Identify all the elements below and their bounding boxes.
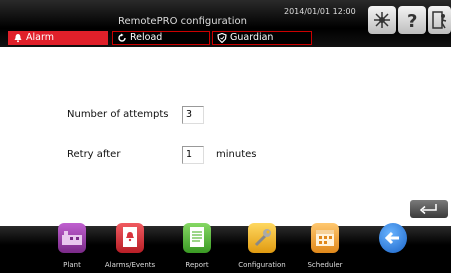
tab-guardian[interactable]: Guardian — [212, 31, 312, 45]
retry-label: Retry after — [67, 149, 121, 160]
plant-icon — [58, 223, 86, 253]
attempts-input[interactable]: 3 — [182, 106, 204, 124]
shield-icon — [217, 33, 227, 43]
back-arrow-icon — [379, 223, 407, 253]
wrench-icon — [248, 223, 276, 253]
calendar-icon — [311, 223, 339, 253]
tab-alarm-label: Alarm — [26, 32, 54, 43]
help-icon[interactable]: ? — [398, 6, 426, 34]
tab-reload[interactable]: Reload — [112, 31, 210, 45]
nav-scheduler[interactable]: Scheduler — [297, 223, 353, 273]
tab-guardian-label: Guardian — [230, 32, 274, 43]
datetime: 2014/01/01 12:00 — [284, 7, 356, 16]
retry-unit: minutes — [216, 149, 257, 160]
top-bar: RemotePRO configuration 2014/01/01 12:00… — [0, 0, 451, 47]
nav-back[interactable] — [365, 223, 421, 273]
enter-icon — [418, 200, 440, 219]
nav-alarms-events-label: Alarms/Events — [104, 261, 156, 269]
settings-panel: Number of attempts 3 Retry after 1 minut… — [0, 47, 451, 226]
nav-configuration[interactable]: Configuration — [234, 223, 290, 273]
nav-configuration-label: Configuration — [238, 261, 286, 269]
tab-alarm[interactable]: Alarm — [8, 31, 108, 45]
exit-icon[interactable] — [428, 6, 451, 34]
retry-input[interactable]: 1 — [182, 146, 204, 164]
svg-text:?: ? — [407, 11, 417, 30]
nav-alarms-events[interactable]: Alarms/Events — [102, 223, 158, 273]
nav-report[interactable]: Report — [169, 223, 225, 273]
report-icon — [183, 223, 211, 253]
window-title: RemotePRO configuration — [118, 16, 247, 27]
attempts-label: Number of attempts — [67, 109, 169, 120]
bell-icon — [13, 33, 23, 43]
nav-plant[interactable]: Plant — [44, 223, 100, 273]
reload-icon — [117, 33, 127, 43]
nav-plant-label: Plant — [63, 261, 81, 269]
alarm-events-icon — [116, 223, 144, 253]
enter-button[interactable] — [410, 200, 448, 218]
nav-report-label: Report — [185, 261, 209, 269]
nav-scheduler-label: Scheduler — [307, 261, 343, 269]
tab-reload-label: Reload — [130, 32, 163, 43]
network-icon[interactable] — [368, 6, 396, 34]
